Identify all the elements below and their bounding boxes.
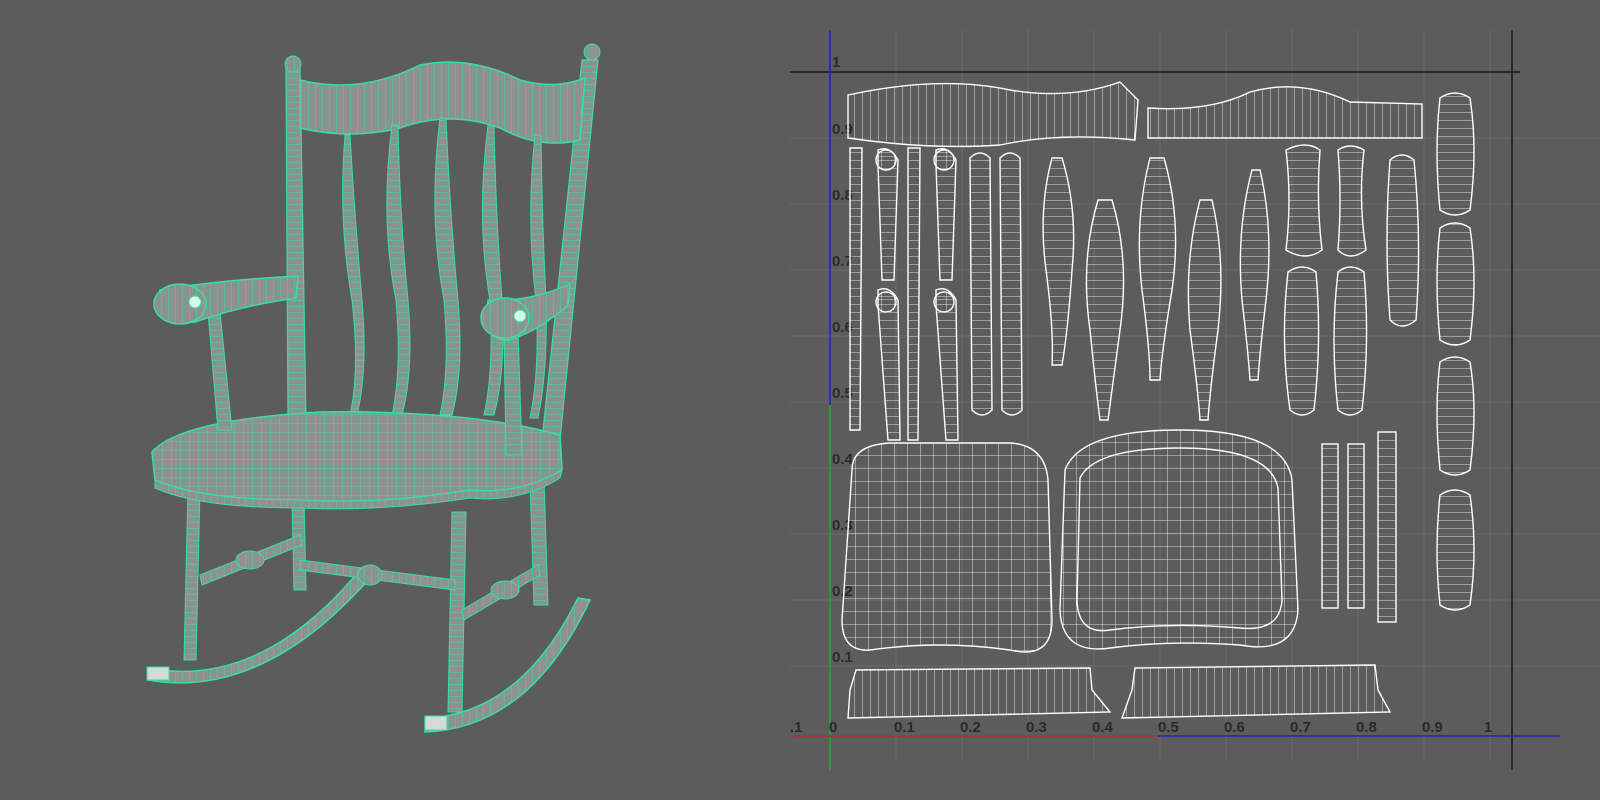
uv-shell-spindle-4 (1187, 199, 1222, 421)
uv-shells (841, 81, 1475, 719)
uv-shell-leg-6 (1333, 266, 1368, 416)
uv-shell-leg-9 (1436, 489, 1475, 611)
uv-shell-arm-1 (849, 147, 863, 431)
u-tick-label: 0.9 (1422, 719, 1443, 736)
uv-shell-stretcher-3 (1377, 431, 1397, 623)
v-tick-label: 0.4 (832, 451, 854, 468)
uv-shell-leg-7 (1436, 222, 1475, 346)
u-tick-label: -.1 (790, 719, 803, 736)
uv-shell-leg-1 (1285, 144, 1323, 257)
uv-shell-spindle-3 (1138, 157, 1177, 381)
uv-shell-spindle-1 (1042, 157, 1075, 366)
uv-editor-panel[interactable]: -.1 0 0.1 0.2 0.3 0.4 0.5 0.6 0.7 0.8 0.… (790, 0, 1600, 800)
3d-viewport[interactable] (0, 0, 790, 800)
uv-shell-crest-rail-front (847, 81, 1139, 148)
uv-texture-space[interactable]: -.1 0 0.1 0.2 0.3 0.4 0.5 0.6 0.7 0.8 0.… (790, 0, 1600, 800)
u-tick-label: 0.5 (1158, 719, 1179, 736)
uv-shell-leg-3 (1386, 154, 1420, 327)
left-rocker (147, 568, 372, 684)
right-arm-support (503, 329, 523, 456)
left-arm-support (207, 311, 233, 431)
uv-shell-spindle-5 (1239, 169, 1270, 381)
u-tick-label: 0 (829, 719, 837, 736)
uv-shell-leg-2 (1337, 145, 1367, 257)
u-tick-label: 0.4 (1092, 719, 1114, 736)
uv-shell-post-1 (969, 152, 993, 416)
uv-shell-leg-5 (1283, 266, 1320, 416)
v-tick-label: 0.1 (832, 649, 853, 666)
u-tick-label: 0.8 (1356, 719, 1377, 736)
u-tick-label: 1 (1484, 719, 1492, 736)
u-tick-label: 0.6 (1224, 719, 1245, 736)
u-tick-label: 0.7 (1290, 719, 1311, 736)
uv-shell-rocker-2 (1120, 664, 1392, 719)
u-tick-label: 0.2 (960, 719, 981, 736)
uv-shell-rocker-1 (847, 667, 1112, 719)
front-left-leg (183, 487, 201, 661)
uv-shell-crest-rail-back (1147, 86, 1423, 139)
seat (151, 411, 563, 503)
uv-shell-seat-top (841, 442, 1053, 653)
spindle-3 (434, 117, 461, 416)
uv-shell-arm-3 (907, 147, 921, 441)
uv-shell-post-2 (999, 152, 1023, 416)
chair-wireframe-render (146, 43, 601, 733)
spindle-5 (529, 134, 547, 419)
spindle-1 (342, 134, 365, 416)
uv-shell-stretcher-2 (1347, 443, 1365, 609)
v-tick-label: 1 (832, 54, 840, 71)
uv-shell-leg-4 (1436, 92, 1475, 216)
uv-shell-stretcher-1 (1321, 443, 1339, 609)
spindle-4 (481, 124, 504, 416)
uv-shell-leg-8 (1436, 356, 1475, 476)
spindle-2 (386, 124, 411, 416)
u-tick-label: 0.1 (894, 719, 915, 736)
uv-shell-spindle-2 (1085, 199, 1125, 421)
back-right-leg (529, 479, 549, 606)
u-tick-label: 0.3 (1026, 719, 1047, 736)
